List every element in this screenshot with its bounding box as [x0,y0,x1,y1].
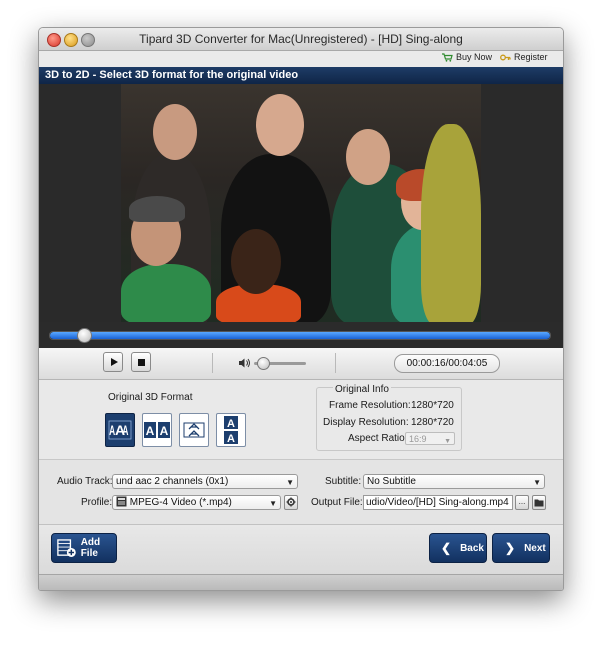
side-by-side-full-icon: A A [144,422,170,438]
side-by-side-half-icon: A A A [108,420,132,440]
seek-handle[interactable] [76,328,92,343]
chevron-left-icon: ❮ [441,541,452,555]
format-side-by-side-half-button[interactable]: A A A [105,413,135,447]
key-icon [500,54,511,60]
play-button[interactable] [103,352,123,372]
frame-resolution-value: 1280*720 [411,400,454,411]
subtitle-value: No Subtitle [367,476,416,487]
subtitle-label: Subtitle: [325,476,362,487]
svg-text:A: A [160,424,169,438]
divider [335,353,336,373]
cart-icon [442,52,453,62]
output-file-field[interactable]: udio/Video/[HD] Sing-along.mp4 [363,495,513,510]
title-bar: Tipard 3D Converter for Mac(Unregistered… [39,28,563,51]
folder-icon [534,499,544,507]
next-label: Next [524,542,546,554]
back-button[interactable]: ❮ Back [429,533,487,563]
top-bottom-full-icon: A A [224,416,238,445]
stop-button[interactable] [131,352,151,372]
bottom-bar: Add File ❮ Back ❯ Next [39,524,563,575]
buy-now-link[interactable]: Buy Now [442,52,492,62]
chevron-down-icon: ▼ [269,499,277,508]
next-button[interactable]: ❯ Next [492,533,550,563]
format-top-bottom-half-button[interactable] [179,413,209,447]
format-panel: Original 3D Format A A A A A A A Origina… [39,380,563,458]
divider [212,353,213,373]
volume-icon[interactable] [239,358,251,368]
gear-icon [286,497,296,507]
chevron-down-icon: ▼ [533,478,541,487]
aspect-ratio-label: Aspect Ratio: [348,433,408,444]
frame-resolution-label: Frame Resolution: [329,400,411,411]
output-file-label: Output File: [311,497,363,508]
chevron-right-icon: ❯ [505,541,516,555]
format-side-by-side-full-button[interactable]: A A [142,413,172,447]
display-resolution-value: 1280*720 [411,417,454,428]
time-display: 00:00:16/00:04:05 [394,354,500,373]
chevron-down-icon: ▼ [286,478,294,487]
stop-icon [138,359,145,366]
top-bottom-half-icon [183,422,205,438]
profile-settings-button[interactable] [284,495,298,510]
buy-now-label: Buy Now [456,52,493,62]
audio-track-label: Audio Track: [57,476,113,487]
original-3d-format-label: Original 3D Format [108,392,193,403]
svg-text:A: A [227,418,235,430]
subtitle-select[interactable]: No Subtitle ▼ [363,474,545,489]
format-top-bottom-full-button[interactable]: A A [216,413,246,447]
profile-label: Profile: [81,497,113,508]
back-label: Back [460,542,484,554]
original-info-title: Original Info [333,384,391,395]
app-window: Tipard 3D Converter for Mac(Unregistered… [38,27,564,591]
window-title: Tipard 3D Converter for Mac(Unregistered… [139,32,463,46]
audio-track-select[interactable]: und aac 2 channels (0x1) ▼ [112,474,298,489]
profile-value: MPEG-4 Video (*.mp4) [129,497,232,508]
seek-slider[interactable] [49,328,551,343]
register-link[interactable]: Register [500,52,548,62]
chevron-down-icon: ▼ [444,438,451,445]
output-settings: Audio Track: und aac 2 channels (0x1) ▼ … [39,459,563,525]
status-footer [39,574,563,590]
output-file-value: udio/Video/[HD] Sing-along.mp4 [366,497,509,508]
open-folder-button[interactable] [532,495,546,510]
play-icon [111,358,118,366]
svg-text:A: A [109,424,116,439]
add-file-label: Add File [80,537,101,559]
add-file-button[interactable]: Add File [51,533,117,563]
step-header: 3D to 2D - Select 3D format for the orig… [39,67,563,84]
playback-controls: 00:00:16/00:04:05 [39,348,563,380]
video-format-icon [116,496,127,507]
volume-handle[interactable] [257,357,271,370]
svg-text:A: A [146,424,155,438]
aspect-ratio-value: 16:9 [409,434,427,444]
seek-bar-area [39,322,563,348]
add-file-icon [57,539,76,557]
video-preview [121,84,481,322]
aspect-ratio-select: 16:9 ▼ [405,432,455,445]
svg-text:A: A [227,433,235,445]
toolbar: Buy Now Register [39,51,563,67]
display-resolution-label: Display Resolution: [323,417,409,428]
browse-button[interactable]: ... [515,495,529,510]
register-label: Register [514,52,548,62]
seek-progress [50,332,550,339]
profile-select[interactable]: MPEG-4 Video (*.mp4) ▼ [112,495,281,510]
audio-track-value: und aac 2 channels (0x1) [116,476,229,487]
svg-text:A: A [122,424,129,439]
